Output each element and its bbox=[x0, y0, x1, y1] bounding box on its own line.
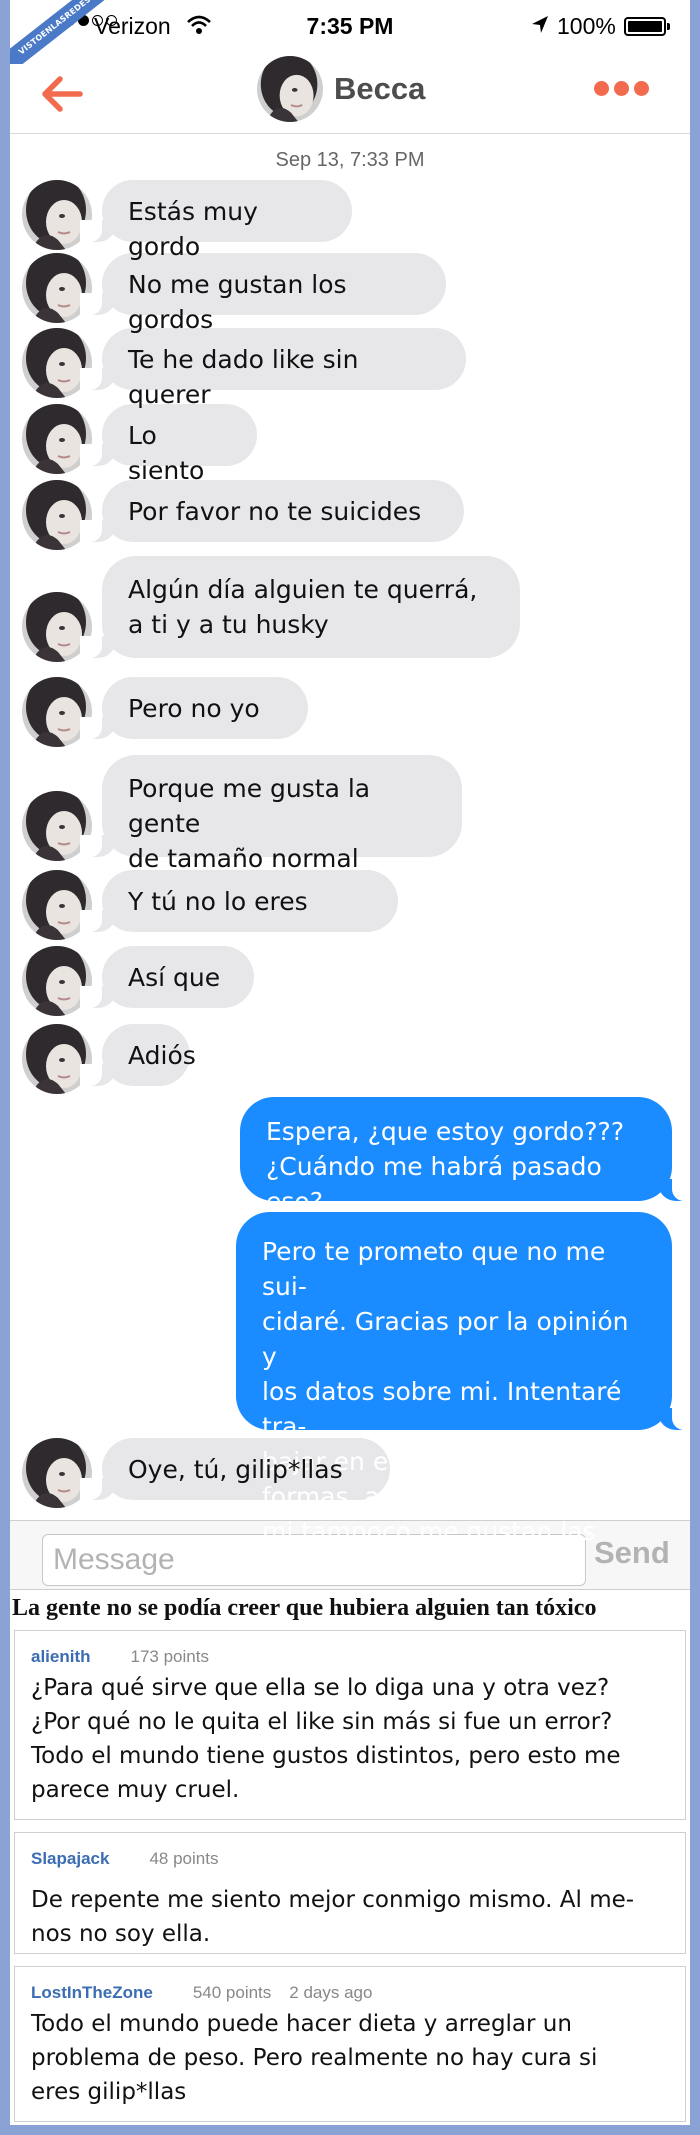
comment-card: LostInTheZone 540 points 2 days ago Todo el… bbox=[14, 1966, 686, 2122]
incoming-message: Algún día alguien te querrá, a ti y a tu… bbox=[10, 556, 690, 662]
message-text: Te he dado like sin querer bbox=[128, 344, 359, 409]
watermark-text: VISTOENLASREDES bbox=[10, 0, 124, 64]
message-text: Oye, tú, gilip*llas bbox=[128, 1454, 343, 1484]
send-button[interactable]: Send bbox=[594, 1535, 670, 1571]
incoming-message: Por favor no te suicides bbox=[10, 480, 690, 550]
comment-meta: Slapajack 48 points bbox=[31, 1849, 236, 1869]
message-bubble[interactable]: Y tú no lo eres bbox=[80, 870, 398, 932]
battery-icon bbox=[624, 17, 670, 36]
contact-avatar[interactable] bbox=[257, 56, 323, 122]
comment-text: De repente me siento mejor conmigo mismo… bbox=[31, 1887, 635, 1947]
message-text: Porque me gusta la gente de tamaño norma… bbox=[128, 774, 371, 873]
message-bubble[interactable]: Lo siento bbox=[80, 404, 257, 485]
message-text: Pero no yo bbox=[128, 693, 260, 723]
comment-card: alienith 173 points ¿Para qué sirve que el… bbox=[14, 1630, 686, 1820]
comment-meta: alienith 173 points bbox=[31, 1647, 227, 1667]
message-bubble[interactable]: Te he dado like sin querer bbox=[80, 328, 466, 409]
message-text: Adiós bbox=[128, 1040, 196, 1070]
message-bubble[interactable]: Pero no yo bbox=[80, 677, 308, 739]
comment-username[interactable]: Slapajack bbox=[31, 1849, 109, 1868]
message-bubble[interactable]: Algún día alguien te querrá, a ti y a tu… bbox=[80, 556, 520, 658]
comment-meta: LostInTheZone 540 points 2 days ago bbox=[31, 1983, 372, 2003]
outgoing-message: Espera, ¿que estoy gordo??? ¿Cuándo me h… bbox=[10, 1097, 690, 1216]
location-arrow-icon bbox=[530, 14, 550, 42]
incoming-message: Lo siento bbox=[10, 404, 690, 485]
message-text: No me gustan los gordos bbox=[128, 269, 347, 334]
message-text: Espera, ¿que estoy gordo??? ¿Cuándo me h… bbox=[266, 1117, 625, 1216]
message-bubble[interactable]: Así que bbox=[80, 946, 254, 1008]
message-bubble[interactable]: No me gustan los gordos bbox=[80, 253, 446, 334]
message-text: Pero te prometo que no me sui- cidaré. G… bbox=[262, 1236, 629, 1581]
screenshot-frame: VISTOENLASREDES Verizon 7:35 PM 100% Bec… bbox=[10, 0, 690, 2125]
message-bubble[interactable]: Estás muy gordo bbox=[80, 180, 352, 261]
message-bubble[interactable]: Pero te prometo que no me sui- cidaré. G… bbox=[236, 1212, 690, 1581]
comment-points: 173 points bbox=[130, 1647, 209, 1666]
more-dots-icon[interactable] bbox=[594, 81, 649, 96]
message-bubble[interactable]: Porque me gusta la gente de tamaño norma… bbox=[80, 755, 462, 873]
watermark-badge: VISTOENLASREDES bbox=[10, 0, 124, 64]
chat-timestamp: Sep 13, 7:33 PM bbox=[275, 149, 425, 171]
incoming-message: Y tú no lo eres bbox=[10, 870, 690, 940]
message-bubble[interactable]: Adiós bbox=[80, 1024, 196, 1086]
message-text: Así que bbox=[128, 962, 221, 992]
incoming-message: No me gustan los gordos bbox=[10, 253, 690, 334]
message-text: Estás muy gordo bbox=[128, 196, 258, 261]
incoming-message: Adiós bbox=[10, 1024, 690, 1094]
comment-age: 2 days ago bbox=[289, 1983, 373, 2002]
contact-name[interactable]: Becca bbox=[334, 71, 425, 107]
battery-percentage: 100% bbox=[557, 13, 616, 39]
comment-card: Slapajack 48 points De repente me siento m… bbox=[14, 1832, 686, 1954]
caption-headline: La gente no se podía creer que hubiera a… bbox=[12, 1595, 597, 1621]
comment-username[interactable]: LostInTheZone bbox=[31, 1983, 153, 2002]
comment-points: 540 points bbox=[192, 1983, 272, 2002]
incoming-message: Estás muy gordo bbox=[10, 180, 690, 261]
message-text: Lo siento bbox=[128, 420, 205, 485]
message-bubble[interactable]: Espera, ¿que estoy gordo??? ¿Cuándo me h… bbox=[240, 1097, 690, 1216]
message-text: Por favor no te suicides bbox=[128, 496, 422, 526]
message-text: Y tú no lo eres bbox=[128, 886, 308, 916]
incoming-message: Así que bbox=[10, 946, 690, 1016]
message-text: Algún día alguien te querrá, a ti y a tu… bbox=[128, 575, 478, 639]
comment-text: Todo el mundo puede hacer dieta y arregl… bbox=[31, 2011, 598, 2105]
outgoing-message: Pero te prometo que no me sui- cidaré. G… bbox=[10, 1212, 690, 1581]
message-bubble[interactable]: Por favor no te suicides bbox=[80, 480, 464, 542]
comment-username[interactable]: alienith bbox=[31, 1647, 91, 1666]
arrow-left-icon[interactable] bbox=[36, 68, 86, 118]
comment-points: 48 points bbox=[149, 1849, 219, 1868]
comment-text: ¿Para qué sirve que ella se lo diga una … bbox=[31, 1675, 621, 1803]
incoming-message: Pero no yo bbox=[10, 677, 690, 747]
incoming-message: Te he dado like sin querer bbox=[10, 328, 690, 409]
incoming-message: Porque me gusta la gente de tamaño norma… bbox=[10, 755, 690, 873]
